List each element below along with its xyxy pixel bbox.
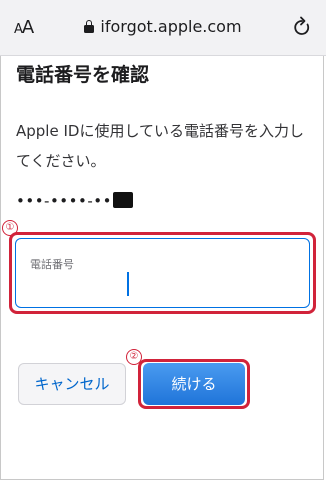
page-description: Apple IDに使用している電話番号を入力してください。	[16, 122, 304, 170]
cancel-button[interactable]: キャンセル	[18, 363, 126, 405]
masked-phone-redaction	[112, 192, 133, 208]
page-title: 電話番号を確認	[16, 64, 150, 86]
url-field[interactable]: iforgot.apple.com	[0, 17, 326, 36]
masked-phone-number: •••-••••-••	[16, 192, 133, 210]
annotation-highlight-input	[9, 232, 316, 314]
url-text: iforgot.apple.com	[100, 17, 242, 36]
masked-phone-text: •••-••••-••	[16, 192, 112, 210]
lock-icon	[84, 20, 95, 33]
annotation-marker-2: ②	[126, 349, 142, 365]
annotation-highlight-continue	[138, 359, 250, 409]
reload-icon[interactable]	[292, 16, 312, 38]
browser-address-bar: AA iforgot.apple.com	[0, 0, 326, 56]
